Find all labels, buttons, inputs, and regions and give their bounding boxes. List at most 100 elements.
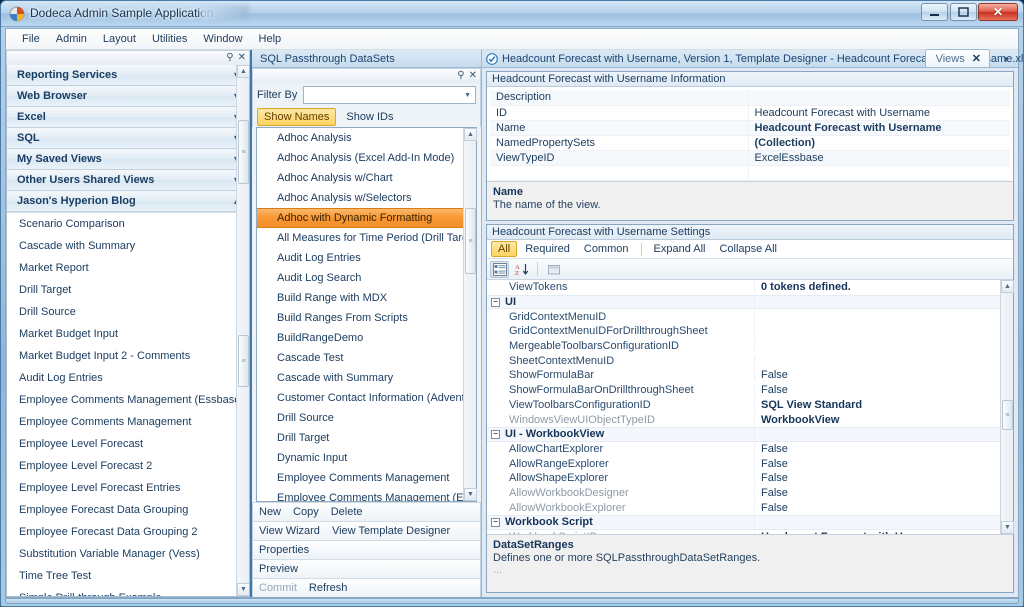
property-row[interactable]: ViewToolbarsConfigurationID SQL View Stan… [487,398,1000,413]
list-item[interactable]: Market Report [7,257,249,279]
accordion-header-jasons-hyperion-blog[interactable]: Jason's Hyperion Blog ▲ [7,191,249,212]
list-item[interactable]: Drill Target [7,279,249,301]
refresh-button[interactable]: Refresh [309,582,348,594]
chevron-down-icon[interactable]: ▼ [464,92,471,99]
expand-all-button[interactable]: Expand All [648,242,712,256]
preview-button[interactable]: Preview [259,563,298,575]
copy-button[interactable]: Copy [293,506,319,518]
dataset-item[interactable]: Adhoc Analysis (Excel Add-In Mode) [257,148,463,168]
property-row[interactable]: AllowWorkbookDesigner False [487,486,1000,501]
list-item[interactable]: Market Budget Input 2 - Comments [7,345,249,367]
filter-input[interactable]: ▼ [303,86,476,104]
property-value[interactable]: Headcount Forecast with Username [748,120,1010,136]
accordion-header-web-browser[interactable]: Web Browser ▼ [7,86,249,107]
tab-sql-passthrough-datasets[interactable]: SQL Passthrough DataSets [258,53,399,67]
property-row[interactable]: AllowRangeExplorer False [487,456,1000,471]
views-scrollbar[interactable]: ▲ ≡ ≡ ▼ [236,65,249,596]
property-value[interactable]: 0 tokens defined. [755,281,1000,293]
accordion-header-other-users-shared-views[interactable]: Other Users Shared Views ▼ [7,170,249,191]
property-value[interactable]: False [755,502,1000,514]
pin-icon[interactable]: ⚲ [226,53,233,63]
alphabetical-sort-icon[interactable]: A Z [512,261,531,278]
scroll-thumb[interactable]: ≡ [238,120,249,184]
close-icon[interactable]: ✕ [469,71,477,81]
dataset-item[interactable]: BuildRangeDemo [257,328,463,348]
scroll-thumb-lower[interactable]: ≡ [238,335,249,387]
dataset-item[interactable]: Cascade Test [257,348,463,368]
dataset-item[interactable]: Build Ranges From Scripts [257,308,463,328]
property-row[interactable]: SheetContextMenuID [487,353,1000,368]
list-item[interactable]: Employee Comments Management (Essbase V.… [7,389,249,411]
property-category-row[interactable]: − UI [487,294,1000,310]
list-item[interactable]: Employee Comments Management [7,411,249,433]
settings-scrollbar[interactable]: ▲ ≡ ▼ [999,280,1014,534]
list-item[interactable]: Audit Log Entries [7,367,249,389]
list-item[interactable]: Scenario Comparison [7,213,249,235]
commit-button[interactable]: Commit [259,582,297,594]
settings-tab-common[interactable]: Common [578,242,635,256]
menu-layout[interactable]: Layout [95,31,144,47]
dataset-item[interactable]: Employee Comments Management [257,468,463,488]
property-value[interactable]: SQL View Standard [755,399,1000,411]
property-row[interactable]: AllowWorkbookExplorer False [487,500,1000,515]
dataset-item[interactable]: Adhoc Analysis w/Selectors [257,188,463,208]
new-button[interactable]: New [259,506,281,518]
list-item[interactable]: Drill Source [7,301,249,323]
property-row[interactable]: ViewTokens 0 tokens defined. [487,280,1000,295]
dataset-item[interactable]: Build Range with MDX [257,288,463,308]
collapse-expander-icon[interactable]: − [491,297,500,307]
property-value[interactable]: ExcelEssbase [748,150,1010,166]
table-row[interactable]: ViewTypeID ExcelEssbase [490,150,1010,166]
property-value[interactable]: Headcount Forecast with Username [748,105,1010,121]
settings-tab-required[interactable]: Required [519,242,576,256]
menu-help[interactable]: Help [251,31,290,47]
accordion-header-my-saved-views[interactable]: My Saved Views ▼ [7,149,249,170]
property-row[interactable]: AllowShapeExplorer False [487,471,1000,486]
accordion-header-excel[interactable]: Excel ▼ [7,107,249,128]
dataset-item[interactable]: Cascade with Summary [257,368,463,388]
property-row[interactable]: ShowFormulaBarOnDrillthroughSheet False [487,383,1000,398]
property-value[interactable]: False [755,384,1000,396]
delete-button[interactable]: Delete [331,506,363,518]
datasets-scrollbar[interactable]: ▲ ≡ ▼ [463,128,477,501]
property-value[interactable]: False [755,443,1000,455]
scroll-down-arrow[interactable]: ▼ [237,583,249,596]
minimize-button[interactable] [921,3,948,21]
list-item[interactable]: Cascade with Summary [7,235,249,257]
settings-property-grid[interactable]: ViewTokens 0 tokens defined. − UI GridContex… [487,280,1000,534]
dataset-item[interactable]: Drill Source [257,408,463,428]
menu-utilities[interactable]: Utilities [144,31,195,47]
close-icon[interactable]: ✕ [238,53,246,63]
property-row[interactable]: ShowFormulaBar False [487,368,1000,383]
menu-admin[interactable]: Admin [48,31,95,47]
menu-file[interactable]: File [14,31,48,47]
dataset-item[interactable]: Audit Log Search [257,268,463,288]
property-value[interactable]: False [755,487,1000,499]
pin-icon[interactable]: ⚲ [457,71,464,81]
accordion-header-reporting-services[interactable]: Reporting Services ▼ [7,65,249,86]
property-category-row[interactable]: − Workbook Script [487,515,1000,530]
dataset-item[interactable]: Audit Log Entries [257,248,463,268]
collapse-all-button[interactable]: Collapse All [713,242,782,256]
property-row[interactable]: GridContextMenuIDForDrillthroughSheet [487,324,1000,339]
info-property-grid[interactable]: Description ID Headcount Forecast with Use… [487,87,1013,181]
property-row[interactable]: MergeableToolbarsConfigurationID [487,339,1000,354]
scroll-up-arrow[interactable]: ▲ [464,128,477,141]
property-value[interactable]: Headcount Forecast with Username [755,531,1000,534]
property-row[interactable]: WorkbookScriptIDHeadcount Forecast with … [487,530,1000,534]
close-button[interactable]: ✕ [978,3,1018,21]
properties-button[interactable]: Properties [259,544,309,556]
dataset-item[interactable]: Drill Target [257,428,463,448]
scroll-down-arrow[interactable]: ▼ [464,488,477,501]
close-icon[interactable]: ✕ [972,52,981,65]
list-item[interactable]: Employee Level Forecast Entries [7,477,249,499]
accordion-header-sql[interactable]: SQL ▼ [7,128,249,149]
tab-views[interactable]: Views ✕ [924,49,990,67]
show-names-button[interactable]: Show Names [257,108,337,126]
dataset-item[interactable]: Adhoc Analysis [257,128,463,148]
list-item[interactable]: Employee Level Forecast [7,433,249,455]
property-value[interactable]: WorkbookView [755,414,1000,426]
scroll-down-arrow[interactable]: ▼ [1000,521,1014,534]
show-ids-button[interactable]: Show IDs [340,109,399,125]
table-row[interactable]: ID Headcount Forecast with Username [490,105,1010,121]
